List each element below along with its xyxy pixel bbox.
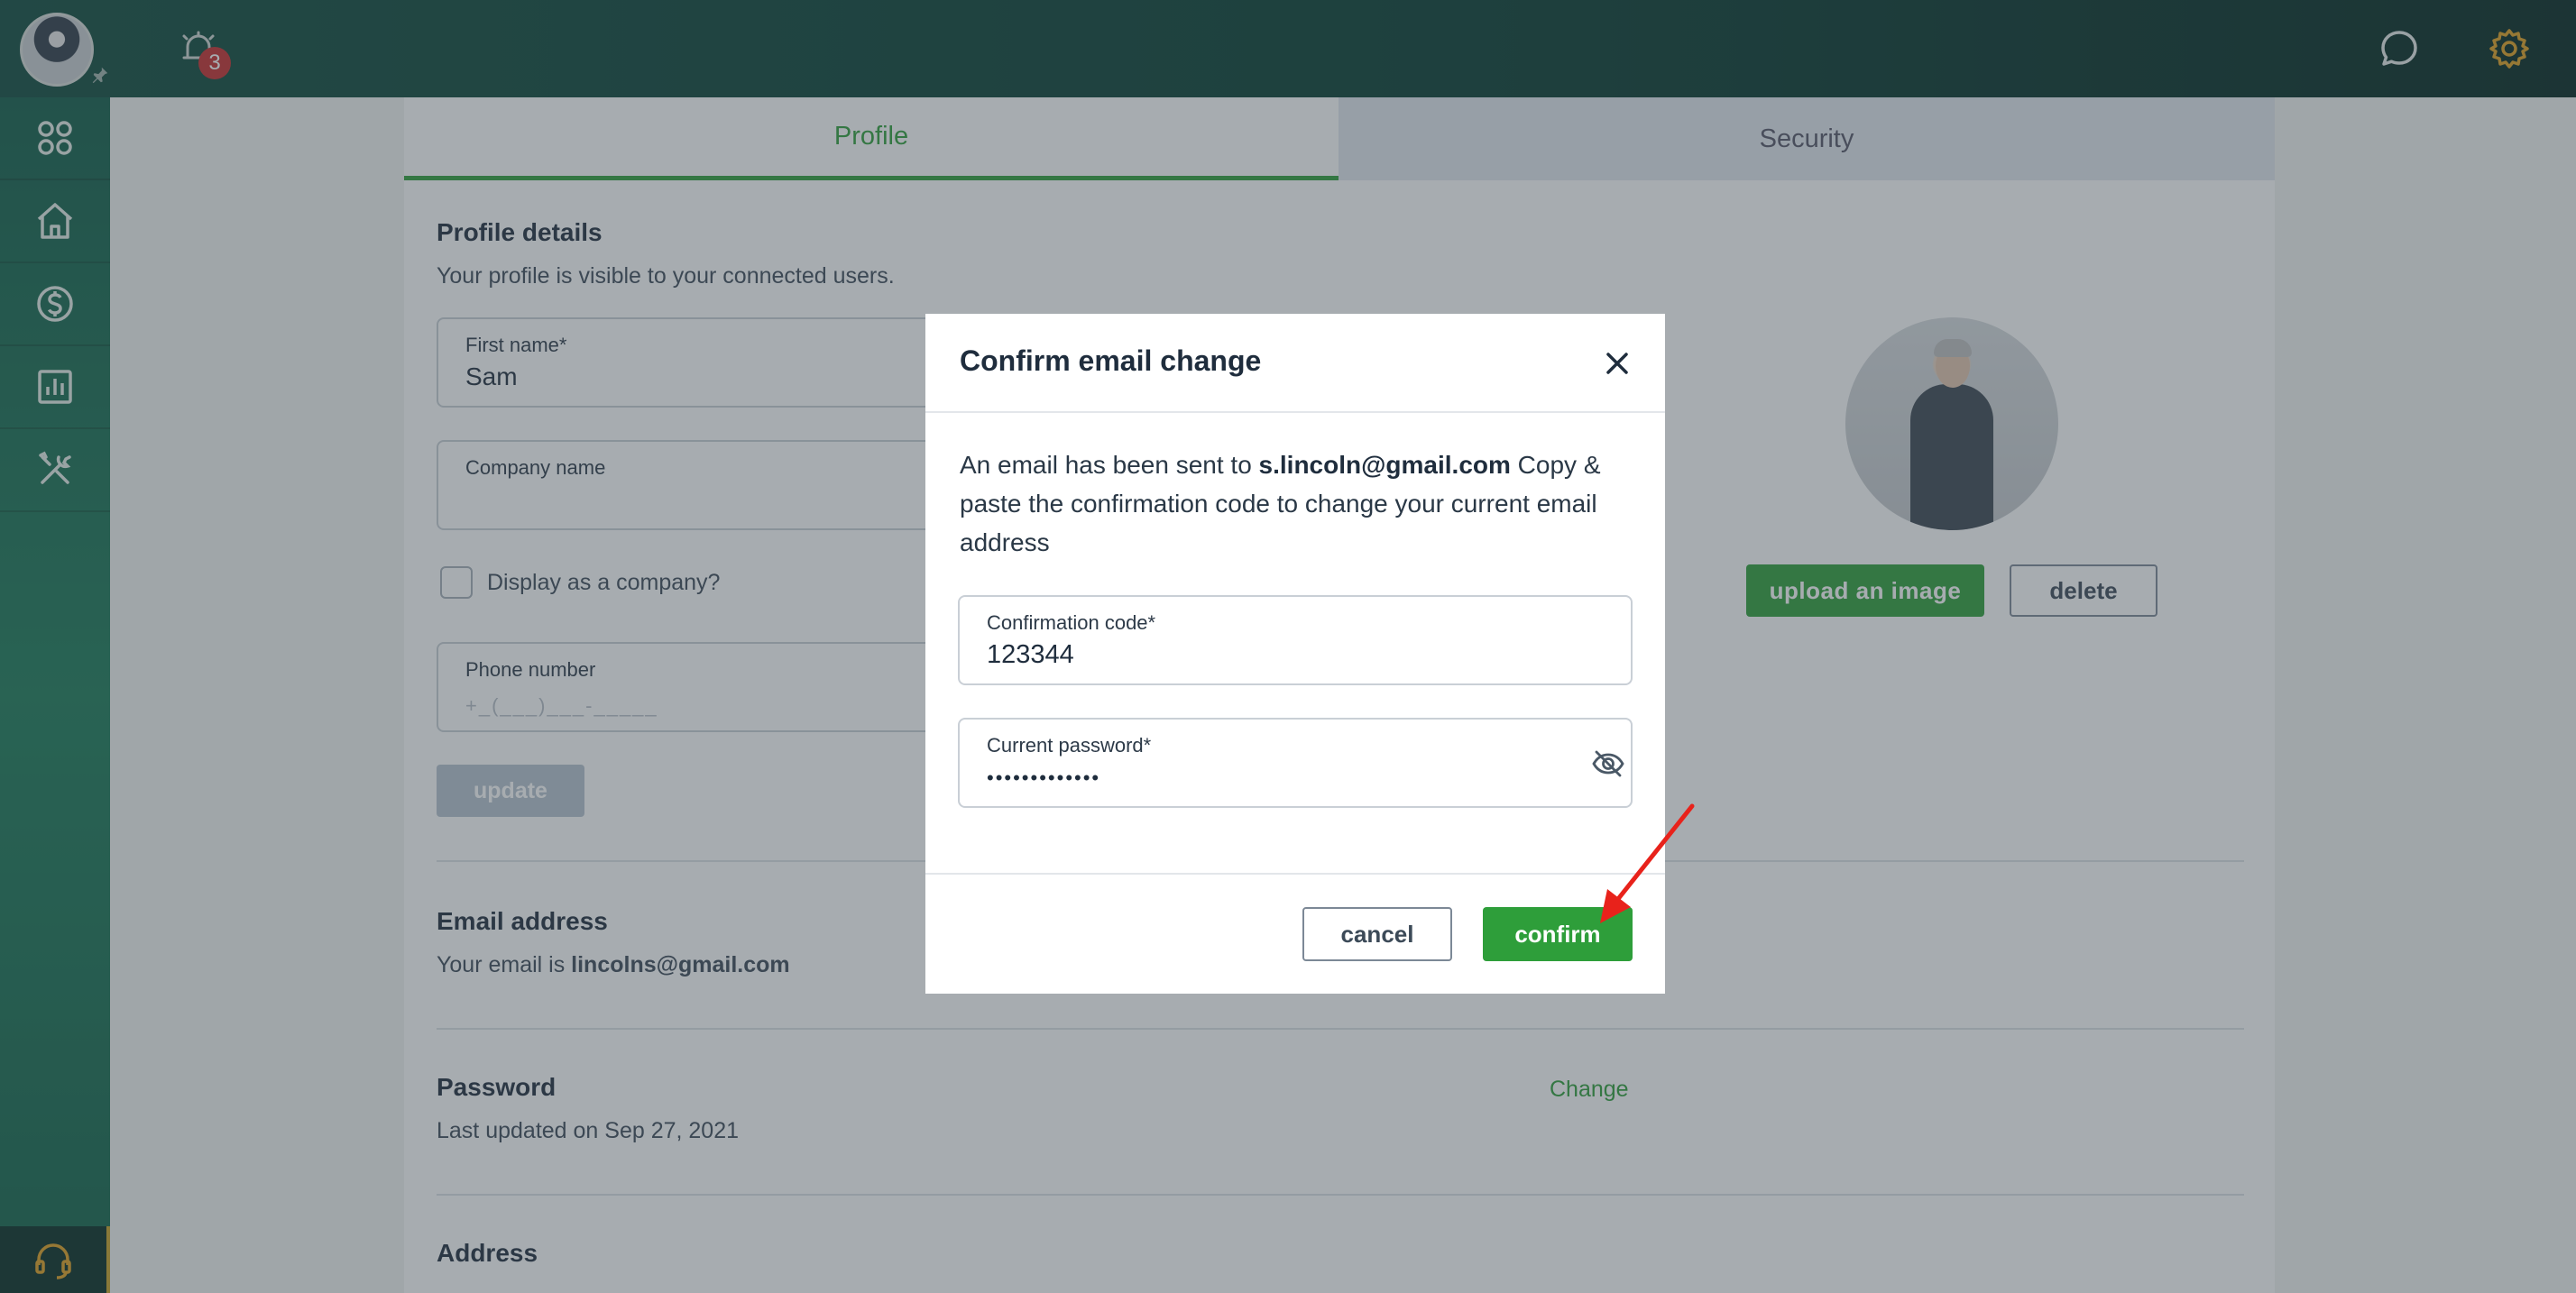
annotation-arrow-icon [1600, 803, 1695, 923]
confirmation-code-value: 123344 [987, 640, 1074, 669]
current-password-input[interactable]: Current password* ••••••••••••• [958, 718, 1633, 808]
dialog-footer-divider [925, 873, 1665, 875]
dialog-title: Confirm email change [960, 344, 1262, 377]
close-icon[interactable] [1602, 348, 1633, 379]
new-email: s.lincoln@gmail.com [1258, 451, 1511, 479]
current-password-label: Current password* [987, 734, 1152, 757]
confirmation-code-input[interactable]: Confirmation code* 123344 [958, 595, 1633, 685]
dialog-message: An email has been sent to s.lincoln@gmai… [960, 451, 1601, 556]
confirmation-code-label: Confirmation code* [987, 611, 1156, 634]
confirm-email-dialog: Confirm email change An email has been s… [925, 314, 1665, 994]
current-password-value: ••••••••••••• [987, 766, 1101, 789]
eye-off-icon[interactable] [1591, 747, 1625, 781]
dialog-header-divider [925, 411, 1665, 413]
cancel-button[interactable]: cancel [1302, 907, 1452, 961]
